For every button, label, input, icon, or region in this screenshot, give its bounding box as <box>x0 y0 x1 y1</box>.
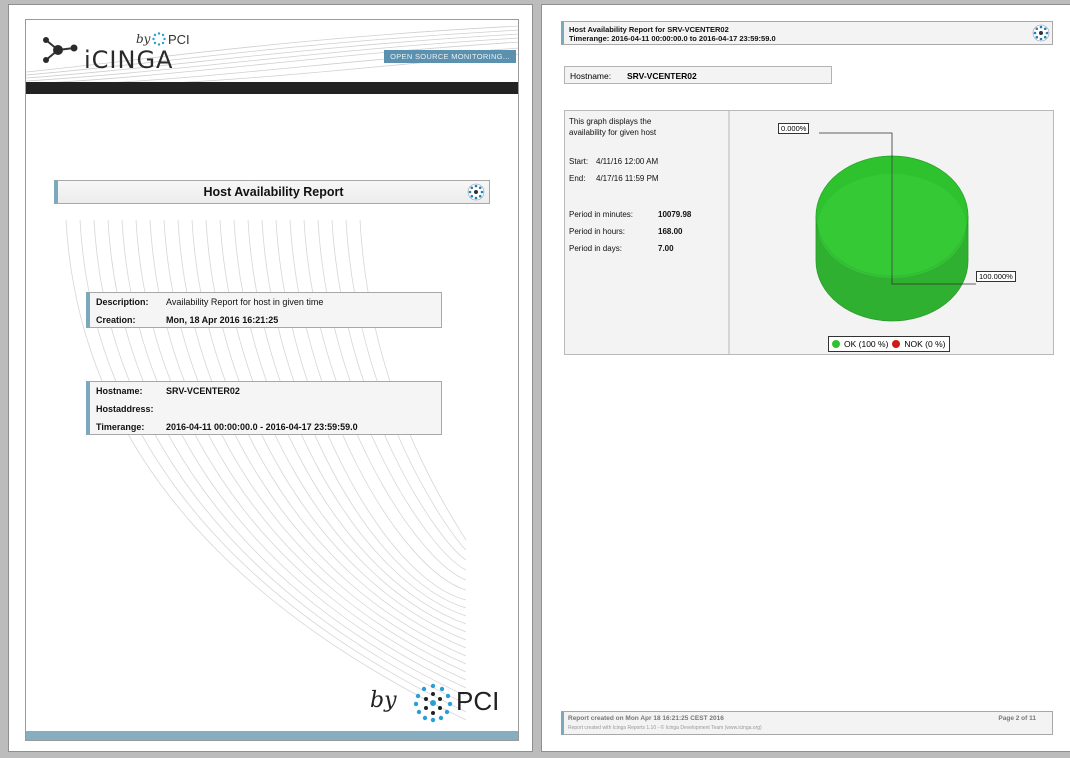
pie-chart-area: 0.000% 100.000% OK (100 %) NOK (0 %) <box>731 111 1053 354</box>
header-dark-bar <box>26 82 518 94</box>
page-number: Page 2 of 11 <box>998 715 1036 722</box>
description-value: Availability Report for host in given ti… <box>166 297 324 307</box>
page-header-timerange: Timerange: 2016-04-11 00:00:00.0 to 2016… <box>569 34 776 43</box>
pci-badge-icon <box>467 183 485 201</box>
pie-legend: OK (100 %) NOK (0 %) <box>828 336 950 352</box>
description-label: Description: <box>96 297 149 307</box>
pie-leader-nok <box>819 132 893 158</box>
start-value: 4/11/16 12:00 AM <box>596 157 659 166</box>
report-title-box: Host Availability Report <box>54 180 490 204</box>
icinga-wordmark: iCINGA <box>84 46 174 74</box>
period-minutes-label: Period in minutes: <box>569 210 634 219</box>
pci-badge-icon <box>1032 24 1050 42</box>
description-row: Description: Availability Report for hos… <box>90 293 441 311</box>
page-header-box: Host Availability Report for SRV-VCENTER… <box>561 21 1053 45</box>
footer-pci-text: PCI <box>456 686 500 716</box>
report-cover-page: iCINGA by PCI OPEN SOURCE MONITORING... <box>8 4 533 752</box>
period-days-value: 7.00 <box>658 244 674 253</box>
legend-nok-label: NOK (0 %) <box>904 339 946 349</box>
period-minutes-value: 10079.98 <box>658 210 692 219</box>
timerange-value: 2016-04-11 00:00:00.0 - 2016-04-17 23:59… <box>166 422 358 432</box>
hostname-row: Hostname: SRV-VCENTER02 <box>90 382 441 400</box>
timerange-label: Timerange: <box>96 422 145 432</box>
pie-label-nok: 0.000% <box>778 123 810 134</box>
hostname-value: SRV-VCENTER02 <box>627 71 697 81</box>
creation-label: Creation: <box>96 315 136 325</box>
hostaddress-row: Hostaddress: <box>90 400 441 418</box>
report-title: Host Availability Report <box>203 185 344 199</box>
hostaddress-label: Hostaddress: <box>96 404 154 414</box>
legend-ok-dot <box>832 340 840 348</box>
page-footer-box: Report created on Mon Apr 18 16:21:25 CE… <box>561 711 1053 735</box>
timerange-row: Timerange: 2016-04-11 00:00:00.0 - 2016-… <box>90 418 441 436</box>
footer-by-text: by <box>370 688 397 713</box>
report-detail-page: Host Availability Report for SRV-VCENTER… <box>541 4 1070 752</box>
cover-footer-bar <box>26 731 518 740</box>
pci-footer-logo: by PCI <box>370 683 510 724</box>
description-box: Description: Availability Report for hos… <box>86 292 442 328</box>
period-hours-value: 168.00 <box>658 227 683 236</box>
creation-row: Creation: Mon, 18 Apr 2016 16:21:25 <box>90 311 441 329</box>
by-text: by <box>136 32 151 46</box>
period-days-label: Period in days: <box>569 244 622 253</box>
legend-nok-dot <box>892 340 901 348</box>
period-hours-label: Period in hours: <box>569 227 626 236</box>
graph-description-line1: This graph displays the <box>569 117 652 126</box>
legend-ok-label: OK (100 %) <box>844 339 889 349</box>
page-header-title: Host Availability Report for SRV-VCENTER… <box>569 25 729 34</box>
hostname-label: Hostname: <box>96 386 143 396</box>
icinga-molecule-icon <box>43 37 78 63</box>
host-info-box: Hostname: SRV-VCENTER02 Hostaddress: Tim… <box>86 381 442 435</box>
icinga-logo: iCINGA by PCI <box>40 26 190 74</box>
pci-large-dots-icon <box>413 683 453 723</box>
pci-dots-icon <box>152 32 166 46</box>
report-created-text: Report created on Mon Apr 18 16:21:25 CE… <box>568 715 724 722</box>
end-value: 4/17/16 11:59 PM <box>596 174 659 183</box>
pci-text: PCI <box>168 32 190 47</box>
graph-info-panel: This graph displays the availability for… <box>565 111 730 354</box>
pie-label-ok: 100.000% <box>976 271 1016 282</box>
creation-value: Mon, 18 Apr 2016 16:21:25 <box>166 315 279 325</box>
hostname-value: SRV-VCENTER02 <box>166 386 240 396</box>
start-label: Start: <box>569 157 589 166</box>
pie-chart <box>815 132 976 322</box>
availability-graph-box: This graph displays the availability for… <box>564 110 1054 355</box>
report-credit-text: Report created with Icinga Reports 1.10 … <box>568 725 762 731</box>
cover-frame: iCINGA by PCI OPEN SOURCE MONITORING... <box>25 19 519 741</box>
graph-description-line2: availability for given host <box>569 128 657 137</box>
hostname-box: Hostname: SRV-VCENTER02 <box>564 66 832 84</box>
cover-header: iCINGA by PCI OPEN SOURCE MONITORING... <box>26 20 518 82</box>
open-source-monitoring-tag: OPEN SOURCE MONITORING... <box>384 50 516 63</box>
end-label: End: <box>569 174 586 183</box>
hostname-label: Hostname: <box>570 71 612 81</box>
